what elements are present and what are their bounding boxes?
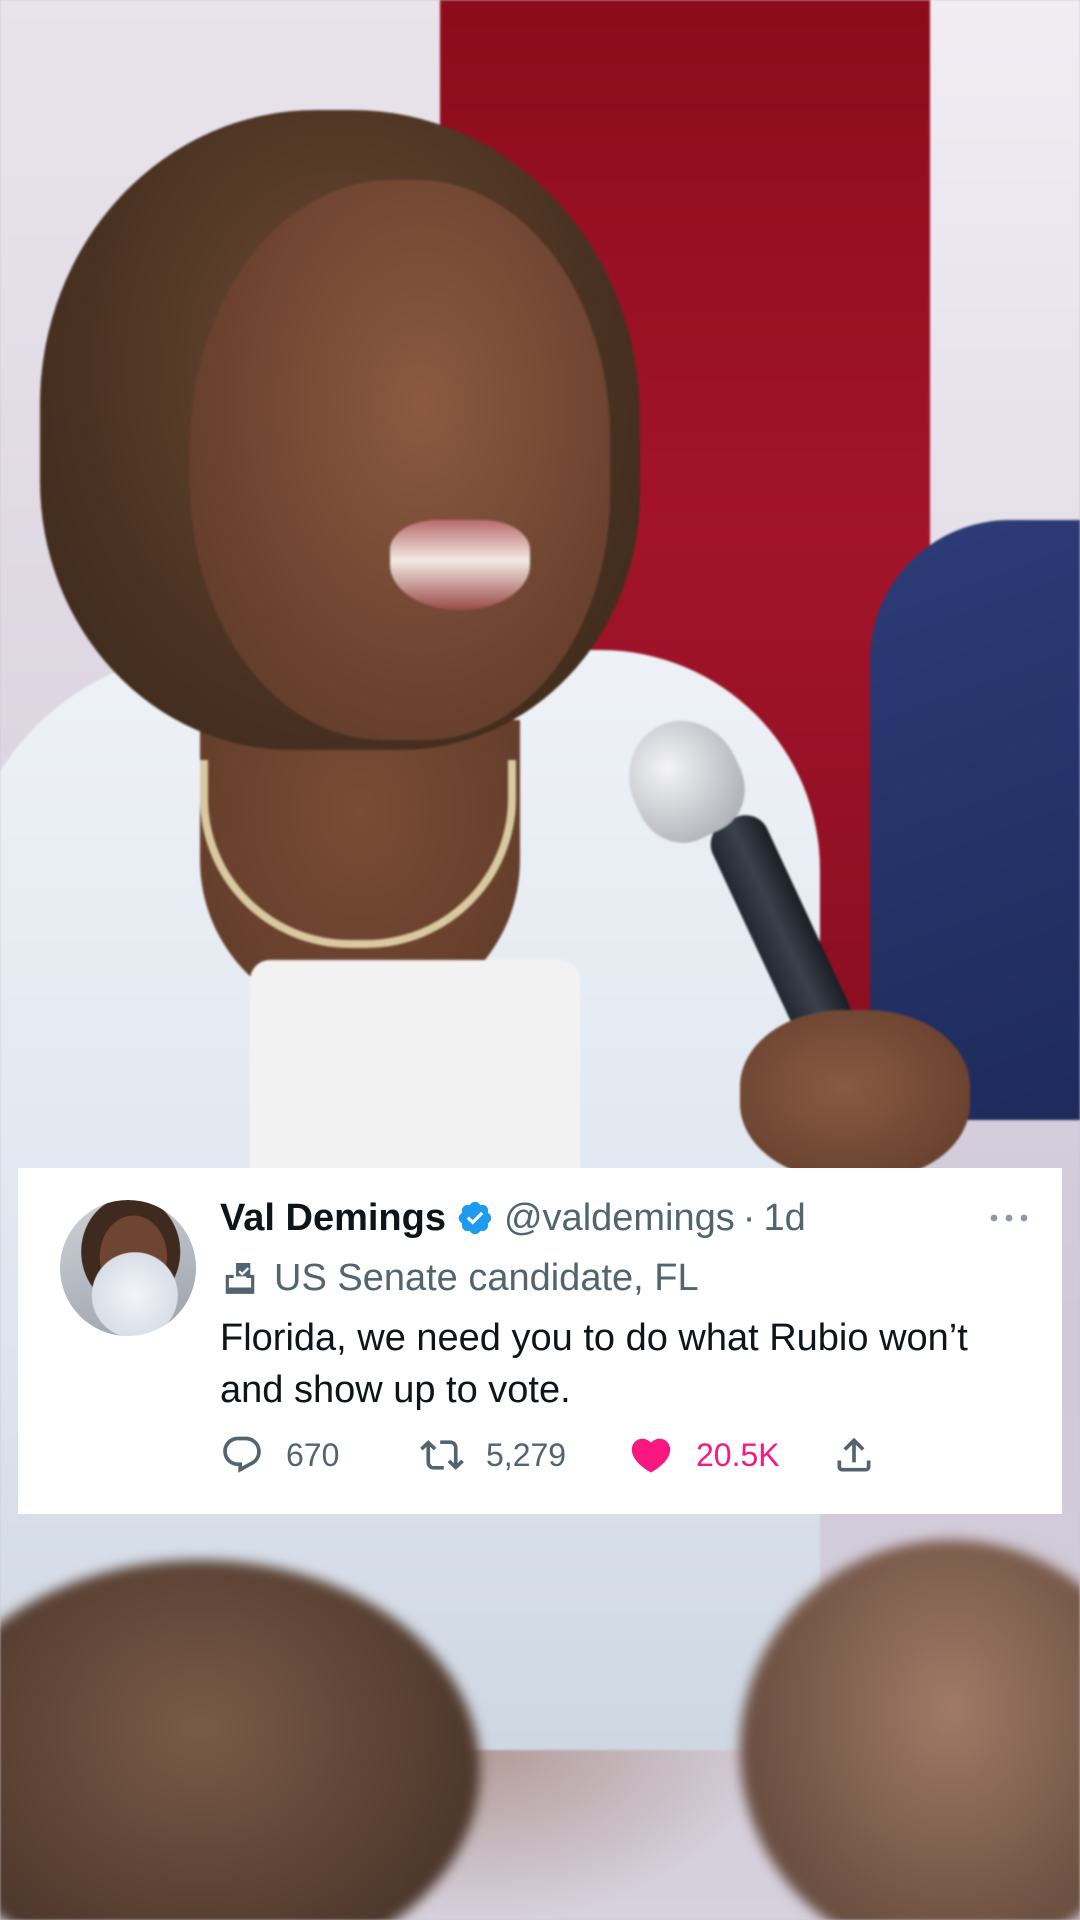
display-name[interactable]: Val Demings [220,1197,446,1240]
speaker-hand [740,1010,970,1180]
speaker-face [190,180,610,740]
speaker-mouth [390,520,530,610]
verified-badge-icon [458,1201,492,1235]
reply-count: 670 [286,1436,340,1473]
tweet-card[interactable]: Val Demings @valdemings · 1d US Senate c… [18,1168,1062,1514]
reply-button[interactable]: 670 [220,1430,339,1480]
account-label: US Senate candidate, FL [220,1250,1032,1306]
like-button[interactable]: 20.5K [628,1430,780,1480]
more-options-icon[interactable] [986,1208,1032,1228]
reply-icon [223,1436,261,1473]
user-handle[interactable]: @valdemings [504,1197,735,1240]
like-count: 20.5K [696,1436,780,1473]
tweet-body: Val Demings @valdemings · 1d US Senate c… [220,1192,1032,1416]
share-icon [837,1437,871,1472]
avatar[interactable] [60,1200,196,1336]
tweet-header: Val Demings @valdemings · 1d [220,1192,1032,1244]
share-button[interactable] [832,1430,876,1480]
header-separator: · [742,1196,756,1239]
tweet-timestamp[interactable]: 1d [763,1197,805,1240]
tweet-text: Florida, we need you to do what Rubio wo… [220,1317,968,1411]
ballot-box-icon [225,1262,255,1294]
retweet-icon [420,1440,464,1470]
background-photo [0,0,1080,1920]
account-label-text: US Senate candidate, FL [274,1256,699,1299]
tweet-actions: 670 5,279 20.5K [220,1430,920,1480]
retweet-count: 5,279 [486,1436,567,1473]
heart-icon [631,1438,671,1473]
retweet-button[interactable]: 5,279 [420,1430,566,1480]
